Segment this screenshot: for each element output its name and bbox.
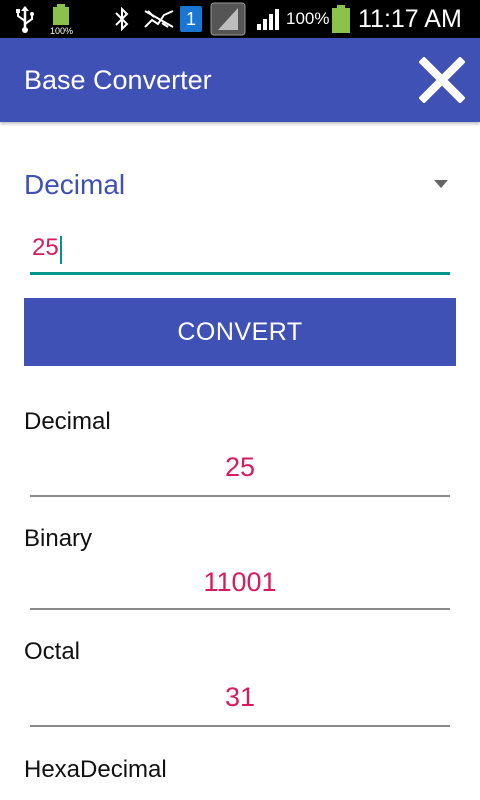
result-label-decimal: Decimal: [24, 408, 111, 435]
result-label-hexadecimal: HexaDecimal: [24, 756, 167, 778]
result-value-octal[interactable]: 31: [30, 682, 450, 713]
result-underline: [30, 608, 450, 610]
result-underline: [30, 725, 450, 727]
results-clip: Decimal 25 Binary 11001 Octal 31 HexaDec…: [0, 0, 480, 778]
result-underline: [30, 495, 450, 497]
result-label-binary: Binary: [24, 525, 93, 552]
result-value-decimal[interactable]: 25: [30, 452, 450, 483]
result-label-octal: Octal: [24, 638, 81, 665]
result-value-binary[interactable]: 11001: [30, 567, 450, 598]
